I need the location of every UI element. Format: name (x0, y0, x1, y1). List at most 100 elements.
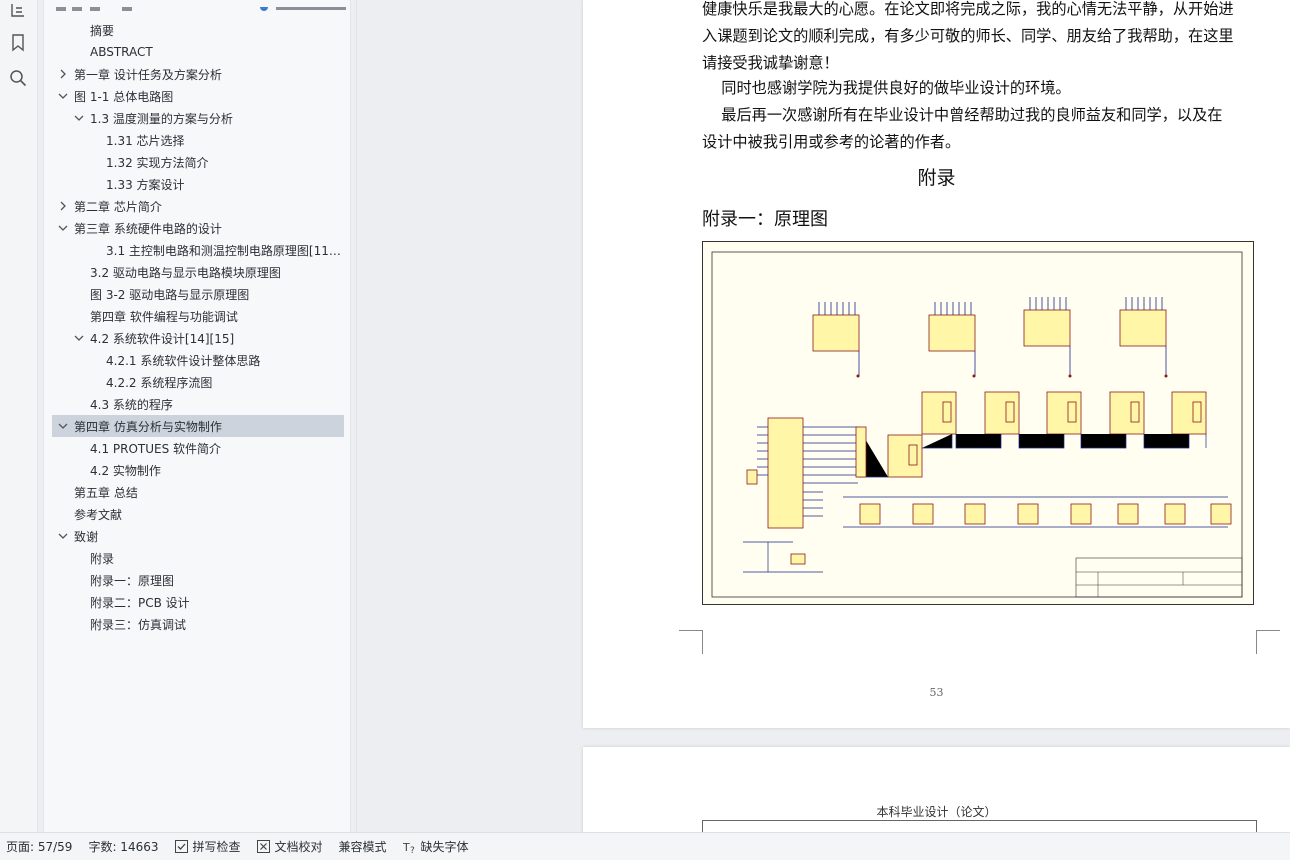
outline-item[interactable]: 4.2.2 系统程序流图 (52, 371, 344, 393)
outline-item-spacer (88, 155, 102, 169)
workspace-margin (352, 0, 582, 832)
outline-item-label: 第四章 软件编程与功能调试 (90, 309, 238, 324)
outline-item[interactable]: 1.32 实现方法简介 (52, 151, 344, 173)
outline-item[interactable]: 致谢 (52, 525, 344, 547)
outline-item[interactable]: 4.2.1 系统软件设计整体思路 (52, 349, 344, 371)
outline-item-label: 1.32 实现方法简介 (106, 155, 209, 170)
outline-item-label: 4.2.1 系统软件设计整体思路 (106, 353, 261, 368)
outline-item-label: 4.2.2 系统程序流图 (106, 375, 213, 390)
schematic-diagram[interactable] (702, 241, 1254, 605)
outline-item-label: 附录二：PCB 设计 (90, 595, 190, 610)
outline-item-label: 第四章 仿真分析与实物制作 (74, 419, 222, 434)
outline-item[interactable]: 4.2 系统软件设计[14][15] (52, 327, 344, 349)
outline-item-label: 附录三：仿真调试 (90, 617, 187, 632)
outline-item-spacer (72, 551, 86, 565)
word-count[interactable]: 字数: 14663 (88, 838, 158, 855)
outline-item-spacer (88, 133, 102, 147)
outline-item-spacer (72, 617, 86, 631)
chevron-down-icon[interactable] (56, 221, 70, 235)
outline-item-spacer (88, 243, 102, 257)
outline-item-label: 1.31 芯片选择 (106, 133, 185, 148)
outline-item[interactable]: 摘要 (52, 19, 344, 41)
outline-item-label: 附录一：原理图 (90, 573, 175, 588)
chevron-right-icon[interactable] (56, 67, 70, 81)
outline-item[interactable]: 第四章 仿真分析与实物制作 (52, 415, 344, 437)
outline-item-label: ABSTRACT (90, 45, 153, 59)
outline-item[interactable]: 第一章 设计任务及方案分析 (52, 63, 344, 85)
outline-item[interactable]: 附录一：原理图 (52, 569, 344, 591)
outline-item-label: 第三章 系统硬件电路的设计 (74, 221, 222, 236)
outline-item[interactable]: 第二章 芯片简介 (52, 195, 344, 217)
outline-item[interactable]: 1.33 方案设计 (52, 173, 344, 195)
spell-check-button[interactable]: 拼写检查 (175, 838, 241, 855)
outline-item[interactable]: 第五章 总结 (52, 481, 344, 503)
outline-item[interactable]: 附录 (52, 547, 344, 569)
document-outline-panel: 摘要 ABSTRACT 第一章 设计任务及方案分析图 1-1 总体电路图 1.3 温度… (43, 0, 351, 832)
chevron-down-icon[interactable] (72, 331, 86, 345)
proofread-icon (257, 840, 271, 854)
outline-item[interactable]: 第四章 软件编程与功能调试 (52, 305, 344, 327)
chevron-down-icon[interactable] (56, 419, 70, 433)
outline-item[interactable]: 图 1-1 总体电路图 (52, 85, 344, 107)
appendix-one-heading: 附录一：原理图 (702, 209, 828, 230)
outline-item[interactable]: 1.3 温度测量的方案与分析 (52, 107, 344, 129)
missing-fonts-button[interactable]: T? 缺失字体 (403, 838, 469, 855)
paragraph-line: 最后再一次感谢所有在毕业设计中曾经帮助过我的良师益友和同学，以及在 (702, 106, 1223, 124)
svg-text:?: ? (410, 846, 415, 854)
bookmark-icon[interactable] (7, 32, 29, 54)
page-header: 本科毕业设计（论文） (876, 805, 997, 819)
compat-mode[interactable]: 兼容模式 (339, 838, 387, 855)
outline-item[interactable]: 参考文献 (52, 503, 344, 525)
outline-item[interactable]: 附录二：PCB 设计 (52, 591, 344, 613)
panel-divider[interactable] (356, 0, 357, 832)
outline-item-spacer (72, 265, 86, 279)
outline-item-label: 图 3-2 驱动电路与显示原理图 (90, 287, 250, 302)
outline-item-label: 图 1-1 总体电路图 (74, 89, 174, 104)
page-count[interactable]: 页面: 57/59 (6, 838, 72, 855)
outline-item-spacer (72, 287, 86, 301)
compat-mode-label: 兼容模式 (338, 840, 387, 854)
paragraph-line: 健康快乐是我最大的心愿。在论文即将完成之际，我的心情无法平静，从开始进 (702, 0, 1234, 18)
outline-item[interactable]: 4.1 PROTUES 软件简介 (52, 437, 344, 459)
search-icon[interactable] (7, 67, 29, 89)
check-box-icon (175, 840, 189, 854)
outline-item-spacer (88, 353, 102, 367)
outline-item[interactable]: 图 3-2 驱动电路与显示原理图 (52, 283, 344, 305)
outline-item[interactable]: 第三章 系统硬件电路的设计 (52, 217, 344, 239)
outline-item[interactable]: 1.31 芯片选择 (52, 129, 344, 151)
outline-item-label: 摘要 (90, 23, 115, 38)
chevron-right-icon[interactable] (56, 199, 70, 213)
outline-item-label: 4.2 系统软件设计[14][15] (90, 331, 235, 346)
chevron-down-icon[interactable] (72, 111, 86, 125)
table-border (1256, 820, 1257, 832)
outline-item-spacer (72, 45, 86, 59)
outline-item-label: 第五章 总结 (74, 485, 138, 500)
doc-proofread-button[interactable]: 文档校对 (257, 838, 323, 855)
side-rail (0, 0, 38, 832)
outline-icon[interactable] (7, 0, 29, 22)
outline-item-label: 3.2 驱动电路与显示电路模块原理图 (90, 265, 281, 280)
document-page: 健康快乐是我最大的心愿。在论文即将完成之际，我的心情无法平静，从开始进 入课题到… (583, 0, 1290, 728)
outline-item-label: 3.1 主控制电路和测温控制电路原理图[11][12] (106, 243, 344, 258)
outline-item[interactable]: 3.1 主控制电路和测温控制电路原理图[11][12] (52, 239, 344, 261)
paragraph-line: 请接受我诚挚谢意！ (702, 54, 839, 72)
doc-proofread-label: 文档校对 (274, 840, 323, 854)
chevron-down-icon[interactable] (56, 89, 70, 103)
paragraph-line: 入课题到论文的顺利完成，有多少可敬的师长、同学、朋友给了我帮助，在这里 (702, 27, 1234, 45)
spell-check-label: 拼写检查 (192, 840, 241, 854)
chevron-down-icon[interactable] (56, 529, 70, 543)
outline-item-spacer (56, 485, 70, 499)
outline-item[interactable]: 3.2 驱动电路与显示电路模块原理图 (52, 261, 344, 283)
outline-item-spacer (88, 375, 102, 389)
crop-mark (1256, 630, 1280, 654)
outline-item-spacer (56, 507, 70, 521)
outline-item[interactable]: 4.3 系统的程序 (52, 393, 344, 415)
page-number: 53 (929, 686, 944, 699)
word-count-text: 字数: 14663 (88, 840, 159, 854)
outline-item-label: 4.1 PROTUES 软件简介 (90, 441, 222, 456)
outline-item[interactable]: 4.2 实物制作 (52, 459, 344, 481)
outline-item-label: 1.3 温度测量的方案与分析 (90, 111, 233, 126)
outline-item[interactable]: 附录三：仿真调试 (52, 613, 344, 635)
outline-item-label: 附录 (90, 551, 115, 566)
outline-item[interactable]: ABSTRACT (52, 41, 344, 63)
